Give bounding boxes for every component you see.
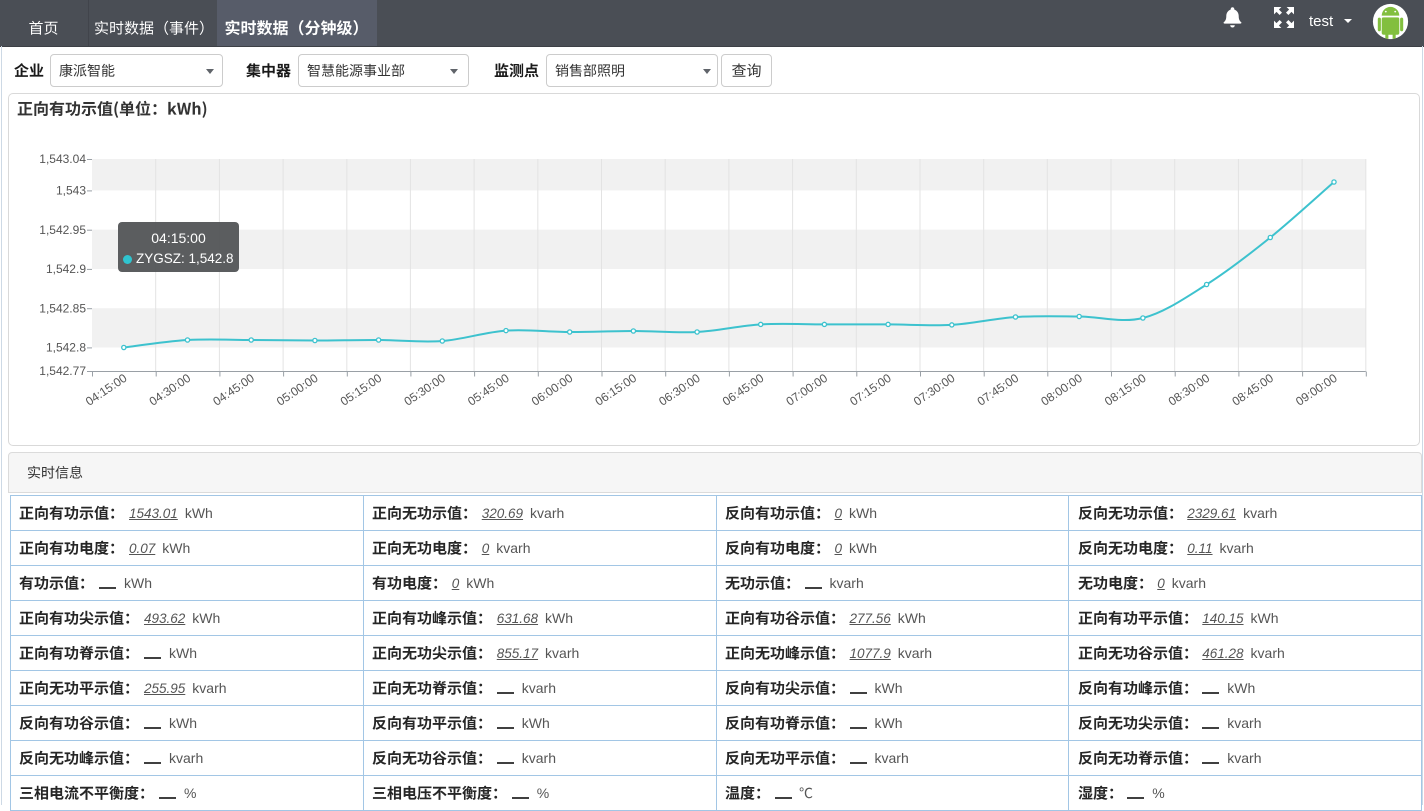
- svg-text:08:30:00: 08:30:00: [1166, 371, 1213, 409]
- svg-text:06:45:00: 06:45:00: [720, 371, 767, 409]
- svg-text:1,542.8: 1,542.8: [46, 341, 86, 355]
- svg-text:07:15:00: 07:15:00: [847, 371, 894, 409]
- svg-text:1,542.9: 1,542.9: [46, 262, 86, 276]
- svg-text:07:30:00: 07:30:00: [911, 371, 958, 409]
- svg-text:06:30:00: 06:30:00: [656, 371, 703, 409]
- svg-text:04:15:00: 04:15:00: [83, 371, 130, 409]
- svg-text:05:45:00: 05:45:00: [465, 371, 512, 409]
- svg-text:1,542.77: 1,542.77: [39, 364, 86, 378]
- svg-text:05:15:00: 05:15:00: [338, 371, 385, 409]
- svg-text:08:00:00: 08:00:00: [1038, 371, 1085, 409]
- svg-text:06:00:00: 06:00:00: [529, 371, 576, 409]
- svg-text:07:45:00: 07:45:00: [975, 371, 1022, 409]
- svg-text:04:45:00: 04:45:00: [210, 371, 257, 409]
- svg-text:05:30:00: 05:30:00: [401, 371, 448, 409]
- svg-text:1,542.95: 1,542.95: [39, 223, 86, 237]
- svg-text:09:00:00: 09:00:00: [1293, 371, 1340, 409]
- svg-text:06:15:00: 06:15:00: [593, 371, 640, 409]
- svg-text:1,543: 1,543: [56, 184, 86, 198]
- svg-text:08:15:00: 08:15:00: [1102, 371, 1149, 409]
- svg-text:08:45:00: 08:45:00: [1229, 371, 1276, 409]
- svg-text:05:00:00: 05:00:00: [274, 371, 321, 409]
- svg-text:1,543.04: 1,543.04: [39, 152, 86, 166]
- svg-text:04:30:00: 04:30:00: [147, 371, 194, 409]
- svg-text:1,542.85: 1,542.85: [39, 301, 86, 315]
- svg-text:07:00:00: 07:00:00: [784, 371, 831, 409]
